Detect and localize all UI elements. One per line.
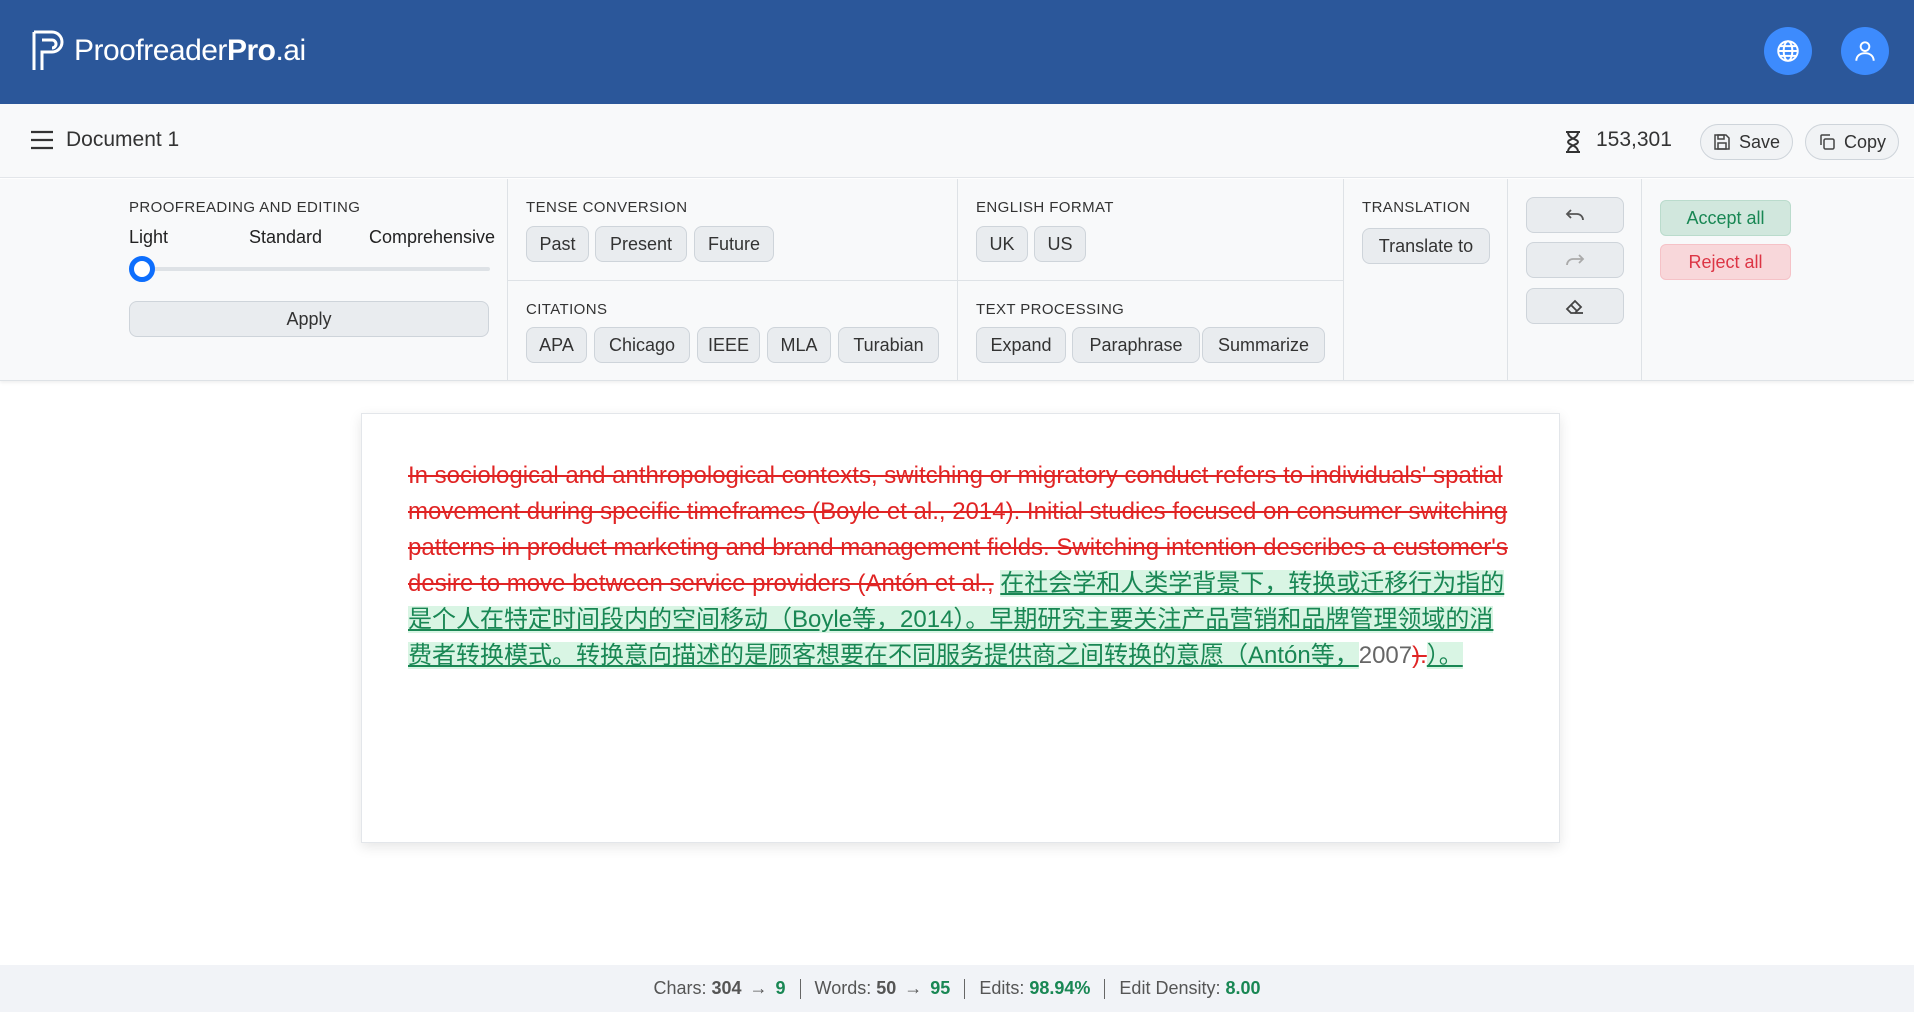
- proofreading-label: PROOFREADING AND EDITING: [129, 199, 361, 216]
- clear-button[interactable]: [1526, 288, 1624, 324]
- edits-value: 98.94%: [1029, 978, 1091, 998]
- chars-label: Chars:: [653, 978, 707, 998]
- save-icon: [1714, 134, 1730, 150]
- format-uk-button[interactable]: UK: [976, 226, 1028, 262]
- citation-chicago-button[interactable]: Chicago: [594, 327, 690, 363]
- menu-icon[interactable]: [30, 130, 54, 150]
- citations-label: CITATIONS: [526, 301, 608, 318]
- globe-icon: [1777, 40, 1799, 62]
- arrow-right-icon: →: [749, 978, 768, 998]
- document-bar: Document 1 153,301 Save Copy: [0, 104, 1914, 178]
- user-button[interactable]: [1841, 27, 1889, 75]
- undo-icon: [1565, 209, 1584, 221]
- tense-past-button[interactable]: Past: [526, 226, 589, 262]
- edit-density-value: 8.00: [1225, 978, 1261, 998]
- redo-icon: [1566, 254, 1585, 266]
- format-us-button[interactable]: US: [1034, 226, 1086, 262]
- copy-button[interactable]: Copy: [1805, 124, 1900, 160]
- level-light[interactable]: Light: [129, 227, 168, 248]
- logo-icon: [32, 30, 64, 70]
- reject-all-button[interactable]: Reject all: [1660, 244, 1791, 280]
- top-header: ProofreaderPro.ai: [0, 0, 1914, 104]
- translation-label: TRANSLATION: [1362, 199, 1471, 216]
- copy-icon: [1820, 134, 1835, 150]
- redo-button[interactable]: [1526, 242, 1624, 278]
- logo-text: ProofreaderPro.ai: [74, 34, 306, 67]
- accept-all-button[interactable]: Accept all: [1660, 200, 1791, 236]
- divider: [1641, 179, 1642, 381]
- divider: [1104, 978, 1106, 999]
- unchanged-text[interactable]: 2007: [1359, 642, 1412, 669]
- tense-future-button[interactable]: Future: [694, 226, 774, 262]
- save-button[interactable]: Save: [1700, 124, 1794, 160]
- chars-after: 9: [775, 978, 786, 998]
- citation-mla-button[interactable]: MLA: [767, 327, 831, 363]
- document-editor[interactable]: In sociological and anthropological cont…: [361, 413, 1560, 843]
- words-after: 95: [930, 978, 951, 998]
- expand-button[interactable]: Expand: [976, 327, 1066, 363]
- divider: [1343, 179, 1344, 381]
- document-title[interactable]: Document 1: [66, 128, 179, 152]
- translate-to-button[interactable]: Translate to: [1362, 228, 1490, 264]
- divider: [1507, 179, 1508, 381]
- citation-turabian-button[interactable]: Turabian: [838, 327, 939, 363]
- text-processing-label: TEXT PROCESSING: [976, 301, 1125, 318]
- tense-present-button[interactable]: Present: [595, 226, 687, 262]
- user-icon: [1855, 41, 1875, 61]
- arrow-right-icon: →: [904, 978, 923, 998]
- paraphrase-button[interactable]: Paraphrase: [1072, 327, 1200, 363]
- edits-label: Edits:: [979, 978, 1025, 998]
- editor-content[interactable]: In sociological and anthropological cont…: [408, 458, 1513, 674]
- divider: [964, 978, 966, 999]
- credit-counter: 153,301: [1596, 128, 1672, 151]
- deleted-text-tail[interactable]: ).: [1412, 642, 1427, 669]
- edit-density-label: Edit Density:: [1119, 978, 1221, 998]
- english-format-label: ENGLISH FORMAT: [976, 199, 1114, 216]
- undo-button[interactable]: [1526, 197, 1624, 233]
- tense-label: TENSE CONVERSION: [526, 199, 688, 216]
- level-standard[interactable]: Standard: [249, 227, 322, 248]
- status-bar: Chars: 304 → 9 Words: 50 → 95 Edits: 98.94% …: [0, 965, 1914, 1012]
- inserted-text-tail[interactable]: ）。: [1426, 642, 1463, 669]
- words-before: 50: [876, 978, 897, 998]
- logo[interactable]: ProofreaderPro.ai: [30, 28, 306, 74]
- level-slider-track[interactable]: [142, 267, 490, 271]
- eraser-icon: [1565, 299, 1583, 314]
- hourglass-icon: [1566, 131, 1580, 153]
- divider: [508, 280, 1343, 281]
- divider: [799, 978, 801, 999]
- summarize-button[interactable]: Summarize: [1202, 327, 1325, 363]
- level-slider-thumb[interactable]: [129, 256, 155, 282]
- citation-apa-button[interactable]: APA: [526, 327, 587, 363]
- citation-ieee-button[interactable]: IEEE: [697, 327, 760, 363]
- level-comprehensive[interactable]: Comprehensive: [369, 227, 495, 248]
- words-label: Words:: [814, 978, 872, 998]
- language-button[interactable]: [1764, 27, 1812, 75]
- chars-before: 304: [711, 978, 742, 998]
- apply-button[interactable]: Apply: [129, 301, 489, 337]
